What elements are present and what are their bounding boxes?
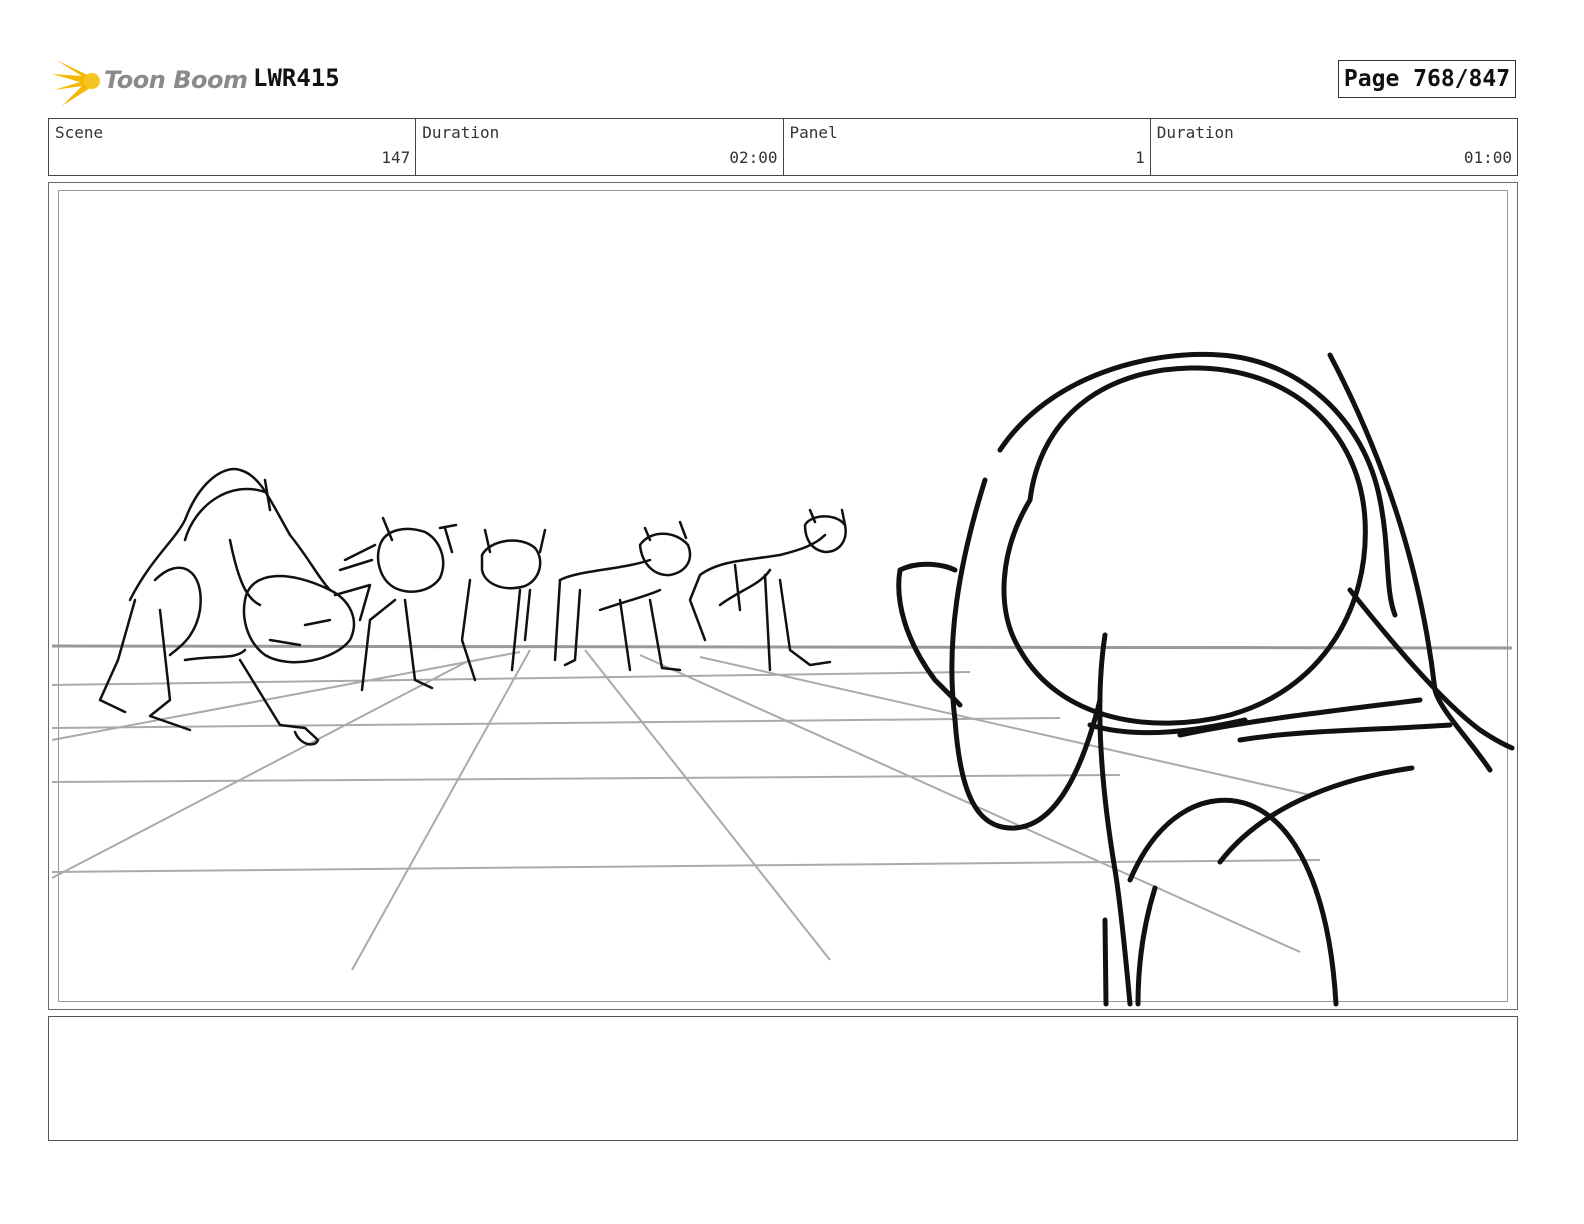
floor-grid: [51, 644, 1513, 971]
panel-notes-box: [48, 1016, 1518, 1141]
foreground-character-sketch: [896, 351, 1515, 1007]
cat-pack-sketch: [98, 467, 847, 746]
